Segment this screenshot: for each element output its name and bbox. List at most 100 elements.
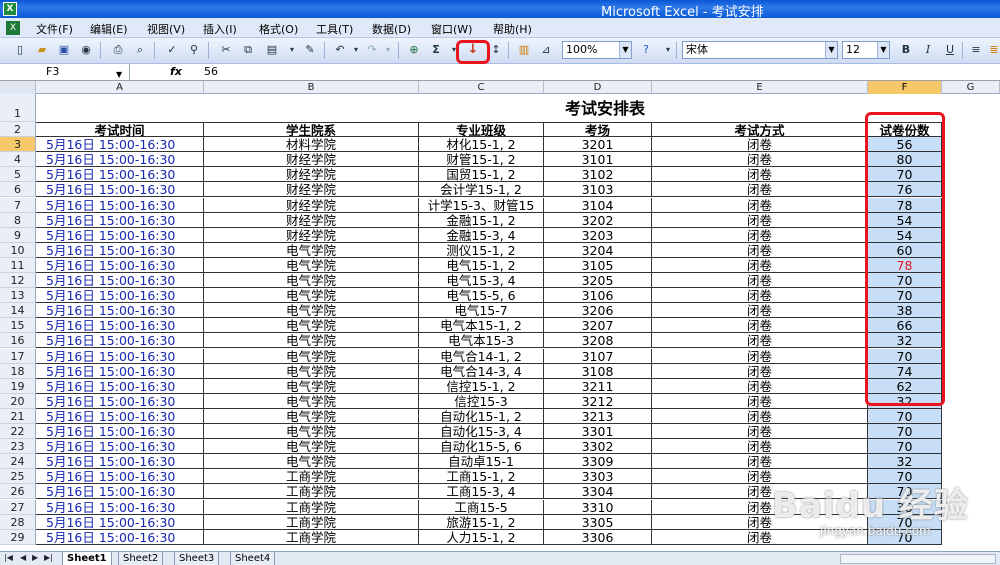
row-header[interactable]: 12 xyxy=(0,273,36,289)
table-cell[interactable]: 3207 xyxy=(544,318,652,334)
menu-format[interactable]: 格式(O) xyxy=(259,21,298,37)
chart-wizard-icon[interactable]: ▥ xyxy=(516,42,532,58)
table-cell[interactable]: 3211 xyxy=(544,378,652,394)
table-cell[interactable]: 电气学院 xyxy=(204,439,419,455)
table-cell[interactable]: 测仪15-1, 2 xyxy=(419,242,544,258)
prev-sheet-icon[interactable]: ◀ xyxy=(20,553,26,562)
save-icon[interactable]: ▣ xyxy=(56,42,72,58)
table-cell[interactable]: 5月16日 15:00-16:30 xyxy=(36,257,204,273)
table-cell[interactable]: 信控15-1, 2 xyxy=(419,378,544,394)
table-cell[interactable]: 自动化15-3, 4 xyxy=(419,424,544,440)
table-cell[interactable]: 电气学院 xyxy=(204,424,419,440)
table-cell[interactable]: 3205 xyxy=(544,273,652,289)
table-cell[interactable]: 3305 xyxy=(544,514,652,530)
column-header-f[interactable]: F xyxy=(868,81,942,94)
table-cell[interactable]: 自动化15-1, 2 xyxy=(419,408,544,424)
table-cell[interactable]: 3203 xyxy=(544,227,652,243)
table-cell[interactable]: 3213 xyxy=(544,408,652,424)
row-header[interactable]: 1 xyxy=(0,94,36,122)
row-header[interactable]: 27 xyxy=(0,499,36,515)
table-cell[interactable]: 3301 xyxy=(544,424,652,440)
select-all-corner[interactable] xyxy=(0,81,36,94)
table-cell[interactable]: 5月16日 15:00-16:30 xyxy=(36,439,204,455)
drawing-icon[interactable]: ⊿ xyxy=(538,42,554,58)
column-header-d[interactable]: D xyxy=(544,81,652,94)
table-cell[interactable]: 70 xyxy=(868,439,942,455)
sheet-tab-sheet2[interactable]: Sheet2 xyxy=(118,552,164,565)
row-header[interactable]: 11 xyxy=(0,257,36,273)
menu-window[interactable]: 窗口(W) xyxy=(431,21,472,37)
table-cell[interactable]: 财经学院 xyxy=(204,212,419,228)
table-cell[interactable]: 5月16日 15:00-16:30 xyxy=(36,363,204,379)
permission-icon[interactable]: ◉ xyxy=(78,42,94,58)
table-cell[interactable]: 电气本15-1, 2 xyxy=(419,318,544,334)
table-cell[interactable]: 闭卷 xyxy=(652,257,868,273)
table-cell[interactable]: 闭卷 xyxy=(652,363,868,379)
row-header[interactable]: 4 xyxy=(0,152,36,168)
table-cell[interactable]: 5月16日 15:00-16:30 xyxy=(36,303,204,319)
format-painter-icon[interactable]: ✎ xyxy=(302,42,318,58)
row-header[interactable]: 21 xyxy=(0,408,36,424)
toolbar-options-icon[interactable]: ▾ xyxy=(660,42,676,58)
table-cell[interactable]: 32 xyxy=(868,454,942,470)
table-cell[interactable]: 材化15-1, 2 xyxy=(419,137,544,153)
table-cell[interactable]: 闭卷 xyxy=(652,182,868,198)
table-cell[interactable]: 3212 xyxy=(544,393,652,409)
table-cell[interactable]: 5月16日 15:00-16:30 xyxy=(36,197,204,213)
table-cell[interactable]: 财经学院 xyxy=(204,197,419,213)
table-cell[interactable]: 闭卷 xyxy=(652,303,868,319)
table-cell[interactable]: 信控15-3 xyxy=(419,393,544,409)
table-cell[interactable]: 闭卷 xyxy=(652,212,868,228)
row-header[interactable]: 5 xyxy=(0,167,36,183)
table-cell[interactable]: 电气学院 xyxy=(204,378,419,394)
table-cell[interactable]: 工商15-3, 4 xyxy=(419,484,544,500)
row-header[interactable]: 20 xyxy=(0,393,36,409)
table-cell[interactable]: 电气15-1, 2 xyxy=(419,257,544,273)
table-cell[interactable]: 3310 xyxy=(544,499,652,515)
new-icon[interactable]: ▯ xyxy=(12,42,28,58)
sheet-tab-sheet4[interactable]: Sheet4 xyxy=(230,552,276,565)
underline-icon[interactable]: U xyxy=(942,42,958,58)
table-cell[interactable]: 财经学院 xyxy=(204,227,419,243)
row-header[interactable]: 29 xyxy=(0,529,36,545)
table-cell[interactable]: 5月16日 15:00-16:30 xyxy=(36,529,204,545)
font-size-select[interactable]: 12 ▼ xyxy=(842,41,890,59)
column-title[interactable]: 专业班级 xyxy=(419,122,544,138)
table-cell[interactable]: 旅游15-1, 2 xyxy=(419,514,544,530)
table-cell[interactable]: 3208 xyxy=(544,333,652,349)
table-cell[interactable]: 闭卷 xyxy=(652,288,868,304)
row-header[interactable]: 23 xyxy=(0,439,36,455)
row-header[interactable]: 10 xyxy=(0,242,36,258)
bold-icon[interactable]: B xyxy=(898,42,914,58)
table-cell[interactable]: 3101 xyxy=(544,152,652,168)
column-header-c[interactable]: C xyxy=(419,81,544,94)
row-header[interactable]: 19 xyxy=(0,378,36,394)
table-cell[interactable]: 电气学院 xyxy=(204,303,419,319)
row-header[interactable]: 14 xyxy=(0,303,36,319)
menu-data[interactable]: 数据(D) xyxy=(372,21,411,37)
table-cell[interactable]: 工商学院 xyxy=(204,499,419,515)
table-cell[interactable]: 闭卷 xyxy=(652,273,868,289)
table-cell[interactable]: 70 xyxy=(868,408,942,424)
row-header[interactable]: 6 xyxy=(0,182,36,198)
table-cell[interactable]: 会计学15-1, 2 xyxy=(419,182,544,198)
table-cell[interactable]: 5月16日 15:00-16:30 xyxy=(36,378,204,394)
table-cell[interactable]: 3206 xyxy=(544,303,652,319)
table-cell[interactable]: 5月16日 15:00-16:30 xyxy=(36,318,204,334)
help-icon[interactable]: ? xyxy=(638,42,654,58)
column-title[interactable]: 学生院系 xyxy=(204,122,419,138)
table-cell[interactable]: 电气学院 xyxy=(204,348,419,364)
sheet-tab-sheet3[interactable]: Sheet3 xyxy=(174,552,220,565)
table-cell[interactable]: 工商学院 xyxy=(204,514,419,530)
row-header[interactable]: 2 xyxy=(0,122,36,138)
row-header[interactable]: 15 xyxy=(0,318,36,334)
formula-input[interactable]: 56 xyxy=(204,65,218,78)
row-header[interactable]: 25 xyxy=(0,469,36,485)
row-header[interactable]: 13 xyxy=(0,288,36,304)
table-cell[interactable]: 金融15-3, 4 xyxy=(419,227,544,243)
table-cell[interactable]: 闭卷 xyxy=(652,424,868,440)
table-cell[interactable]: 5月16日 15:00-16:30 xyxy=(36,454,204,470)
table-cell[interactable]: 电气学院 xyxy=(204,333,419,349)
paste-dropdown-icon[interactable]: ▾ xyxy=(284,42,300,58)
table-cell[interactable]: 5月16日 15:00-16:30 xyxy=(36,288,204,304)
